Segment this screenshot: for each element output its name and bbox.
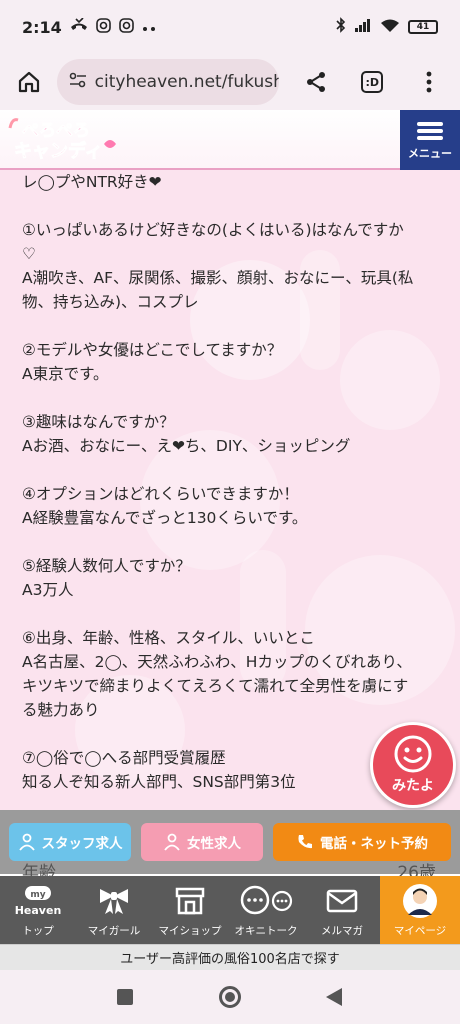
content-line	[22, 458, 438, 482]
content-line: ③趣味はなんですか？	[22, 413, 175, 431]
battery-indicator: 41	[408, 20, 438, 34]
content-line: ④オプションはどれくらいできますか！	[22, 485, 299, 503]
content-line: A東京です。	[22, 365, 109, 383]
home-nav-button[interactable]	[218, 985, 242, 1013]
banner-text: ユーザー高評価の風俗100名店で探す	[120, 952, 340, 967]
url-bar[interactable]: cityheaven.net/fukush	[56, 59, 279, 105]
staff-recruit-button[interactable]: スタッフ求人	[9, 823, 131, 861]
nav-okini-talk-label: オキニトーク	[234, 924, 298, 937]
content-line: ⑥出身、年齢、性格、スタイル、いいとこ	[22, 629, 315, 647]
recents-button[interactable]	[117, 989, 133, 1009]
content-line: A潮吹き、AF、尿関係、撮影、顔射、おなにー、玩具(私	[22, 269, 414, 287]
nav-mail-magazine-label: メルマガ	[321, 924, 363, 937]
more-notifications-icon	[142, 18, 156, 36]
logo-text-2: キャンディ	[14, 140, 103, 162]
chat-icon	[238, 883, 294, 919]
nav-my-page-label: マイページ	[393, 924, 447, 937]
female-recruit-label: 女性求人	[187, 836, 241, 852]
site-settings-icon[interactable]	[69, 72, 87, 92]
nav-my-shop[interactable]: マイショップ	[152, 876, 228, 944]
person-icon	[18, 833, 35, 851]
nav-mail-magazine[interactable]: メルマガ	[304, 876, 380, 944]
shop-logo[interactable]: ぺろぺろ キャンディ	[8, 114, 128, 166]
system-navigation	[0, 970, 460, 1024]
browser-toolbar: cityheaven.net/fukush :D	[0, 54, 460, 110]
staff-recruit-label: スタッフ求人	[41, 836, 123, 852]
missed-call-icon	[70, 17, 88, 36]
share-button[interactable]	[297, 62, 336, 102]
tab-count: :D	[361, 71, 384, 93]
signal-icon	[354, 18, 372, 36]
content-line: 物、持ち込み)、コスプレ	[22, 293, 199, 311]
content-line: レ◯プやNTR好き❤	[22, 173, 162, 191]
avatar-icon	[402, 883, 438, 919]
content-line	[22, 314, 438, 338]
ribbon-icon	[97, 883, 131, 919]
share-icon	[306, 72, 325, 92]
content-line: ②モデルや女優はどこでしてますか？	[22, 341, 283, 359]
age-value: 26歳	[397, 863, 436, 876]
phone-icon	[298, 835, 312, 849]
menu-button[interactable]: メニュー	[400, 110, 460, 170]
mita-button[interactable]: みたよ	[370, 722, 456, 808]
content-line: キツキツで締まりよくてえろくて濡れて全男性を虜にす	[22, 677, 409, 695]
profile-table-peek: 年齢 26歳	[0, 858, 460, 876]
content-line: A3万人	[22, 581, 74, 599]
nav-okini-talk[interactable]: オキニトーク	[228, 876, 304, 944]
status-bar: 2:14 41	[0, 0, 460, 54]
shop-icon	[174, 883, 206, 919]
circle-icon	[219, 986, 241, 1008]
square-icon	[117, 989, 133, 1005]
content-line	[22, 530, 438, 554]
age-label: 年齢	[22, 863, 56, 876]
instagram-icon	[118, 17, 134, 37]
content-line	[22, 602, 438, 626]
tabs-button[interactable]: :D	[353, 62, 392, 102]
menu-label: メニュー	[408, 147, 452, 160]
tel-reserve-button[interactable]: 電話・ネット予約	[273, 823, 451, 861]
logo-text-1: ぺろぺろ	[22, 121, 90, 141]
content-line: ♡	[22, 245, 36, 263]
content-line	[22, 386, 438, 410]
status-time: 2:14	[22, 17, 62, 37]
home-button[interactable]	[12, 64, 47, 100]
hamburger-icon	[417, 119, 443, 143]
content-line: ①いっぱいあるけど好きなの(よくはいる)はなんですか	[22, 221, 404, 239]
profile-text: レ◯プやNTR好き❤ ①いっぱいあるけど好きなの(よくはいる)はなんですか ♡ A潮吹…	[22, 170, 438, 794]
nav-my-shop-label: マイショップ	[158, 924, 222, 937]
content-line: ⑤経験人数何人ですか？	[22, 557, 191, 575]
content-line	[22, 194, 438, 218]
top-shops-banner[interactable]: ユーザー高評価の風俗100名店で探す	[0, 944, 460, 970]
svg-text:Heaven: Heaven	[15, 904, 62, 917]
content-line: Aお酒、おなにー、え❤ち、DIY、ショッピング	[22, 437, 351, 455]
browser-menu-button[interactable]	[410, 62, 449, 102]
mail-icon	[326, 883, 358, 919]
content-line: A名古屋、2◯、天然ふわふわ、Hカップのくびれあり、	[22, 653, 412, 671]
svg-text:my: my	[30, 890, 45, 900]
nav-top[interactable]: my Heaven トップ	[0, 876, 76, 944]
site-header: ぺろぺろ キャンディ メニュー	[0, 110, 460, 170]
bottom-nav: my Heaven トップ マイガール マイショップ オキニトーク メルマガ マイ…	[0, 876, 460, 944]
url-text: cityheaven.net/fukush	[94, 72, 279, 92]
kebab-menu-icon	[426, 71, 432, 93]
tel-reserve-label: 電話・ネット予約	[320, 836, 428, 852]
profile-content: レ◯プやNTR好き❤ ①いっぱいあるけど好きなの(よくはいる)はなんですか ♡ A潮吹…	[0, 170, 460, 810]
back-triangle-icon	[326, 988, 342, 1006]
female-recruit-button[interactable]: 女性求人	[141, 823, 263, 861]
nav-my-girl-label: マイガール	[87, 924, 141, 937]
back-button[interactable]	[325, 987, 343, 1011]
bluetooth-icon	[336, 17, 346, 37]
instagram-icon	[95, 17, 111, 37]
nav-top-label: トップ	[22, 924, 54, 937]
mita-label: みたよ	[392, 778, 434, 794]
person-icon	[164, 833, 180, 851]
nav-my-page[interactable]: マイページ	[380, 876, 460, 944]
home-icon	[19, 71, 40, 93]
my-heaven-icon: my Heaven	[13, 883, 63, 919]
content-line: A経験豊富なんでざっと130くらいです。	[22, 509, 308, 527]
wifi-icon	[380, 18, 400, 37]
smile-icon	[394, 735, 432, 773]
nav-my-girl[interactable]: マイガール	[76, 876, 152, 944]
content-line: る魅力あり	[22, 701, 100, 719]
